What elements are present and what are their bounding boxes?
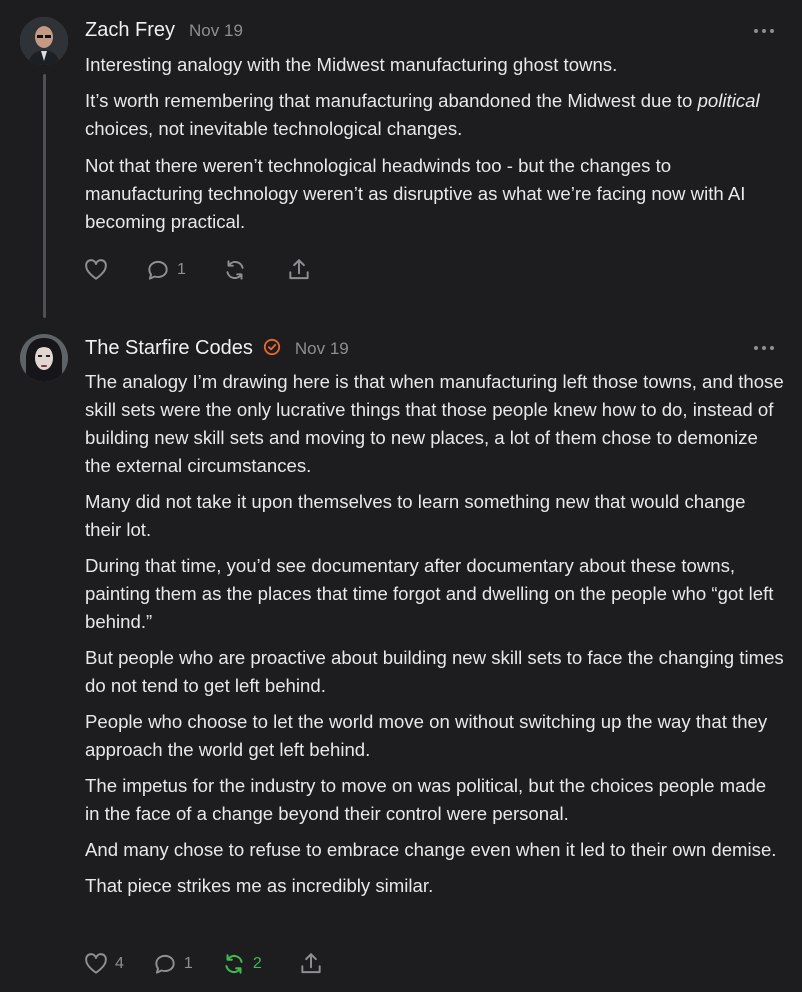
verified-badge-icon: [263, 338, 280, 356]
comment-header: Zach Frey Nov 19: [85, 19, 243, 43]
restack-button[interactable]: [222, 257, 248, 283]
author-photo-icon: [20, 334, 68, 382]
author-photo-icon: [20, 17, 68, 65]
comment-header: The Starfire Codes Nov 19: [85, 336, 349, 360]
share-button[interactable]: [286, 257, 312, 283]
reply-button[interactable]: 1: [152, 951, 193, 977]
comment-date[interactable]: Nov 19: [295, 339, 349, 359]
like-button[interactable]: 4: [83, 951, 124, 977]
comment-icon: [148, 260, 168, 280]
comment-paragraph: The analogy I’m drawing here is that whe…: [85, 371, 784, 476]
like-button[interactable]: [83, 257, 109, 283]
restack-icon: [226, 260, 244, 280]
comment-paragraph: During that time, you’d see documentary …: [85, 555, 774, 632]
comment-body: The analogy I’m drawing here is that whe…: [85, 368, 785, 908]
author-name[interactable]: The Starfire Codes: [85, 337, 253, 360]
comment-paragraph: Many did not take it upon themselves to …: [85, 491, 746, 540]
comment-paragraph: But people who are proactive about build…: [85, 647, 784, 696]
author-name[interactable]: Zach Frey: [85, 19, 175, 42]
comment-paragraph: The impetus for the industry to move on …: [85, 775, 767, 824]
like-count: 4: [115, 955, 124, 972]
comment-paragraph: That piece strikes me as incredibly simi…: [85, 875, 434, 896]
comment-icon: [155, 954, 175, 974]
thread-line: [43, 74, 46, 318]
comment-actions: 1: [83, 256, 312, 284]
reply-button[interactable]: 1: [145, 257, 186, 283]
comment-body: Interesting analogy with the Midwest man…: [85, 51, 785, 244]
comment-paragraph: Interesting analogy with the Midwest man…: [85, 54, 618, 75]
reply-count: 1: [183, 955, 193, 972]
heart-icon: [85, 259, 107, 280]
heart-icon: [85, 953, 107, 974]
restack-button[interactable]: 2: [221, 951, 262, 977]
comment-actions: 4 1 2: [83, 950, 324, 978]
avatar[interactable]: [20, 17, 68, 65]
avatar[interactable]: [20, 334, 68, 382]
more-options-icon[interactable]: [754, 26, 774, 36]
paragraph-text: choices, not inevitable technological ch…: [85, 118, 463, 139]
emphasized-text: political: [697, 90, 760, 111]
paragraph-text: It’s worth remembering that manufacturin…: [85, 90, 698, 111]
comment-paragraph: It’s worth remembering that manufacturin…: [85, 87, 785, 143]
share-icon: [289, 259, 309, 280]
comment-date[interactable]: Nov 19: [189, 21, 243, 41]
comment-paragraph: Not that there weren’t technological hea…: [85, 155, 746, 232]
more-options-icon[interactable]: [754, 343, 774, 353]
restack-count: 2: [252, 955, 262, 972]
share-button[interactable]: [298, 951, 324, 977]
restack-icon: [225, 954, 243, 974]
comment-paragraph: People who choose to let the world move …: [85, 711, 768, 760]
comment-paragraph: And many chose to refuse to embrace chan…: [85, 839, 777, 860]
reply-count: 1: [177, 261, 186, 278]
share-icon: [301, 953, 321, 974]
